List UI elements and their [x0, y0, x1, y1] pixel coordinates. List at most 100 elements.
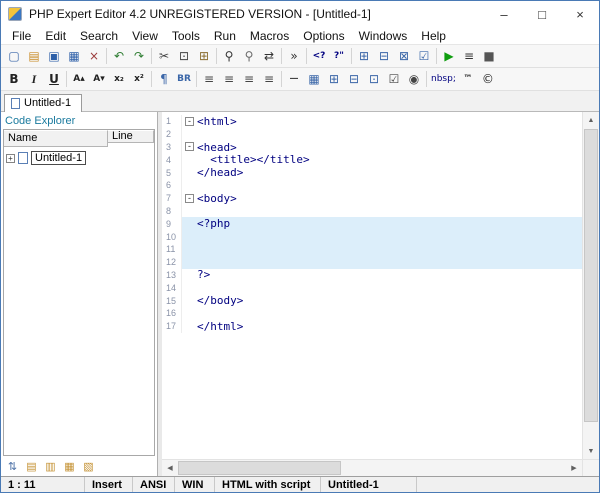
menu-item-tools[interactable]: Tools: [165, 28, 207, 44]
superscript-button[interactable]: x²: [129, 69, 149, 89]
scroll-right-button[interactable]: ▶: [566, 460, 582, 476]
run-script-button[interactable]: ▶: [439, 46, 459, 66]
new-file-button[interactable]: ▢: [4, 46, 24, 66]
horizontal-scroll-thumb[interactable]: [178, 461, 341, 475]
font-increase-button[interactable]: A▴: [69, 69, 89, 89]
form-checkbox-button[interactable]: ☑: [384, 69, 404, 89]
line-content[interactable]: - <html>: [182, 115, 582, 128]
menu-item-search[interactable]: Search: [73, 28, 125, 44]
explorer-lock-button[interactable]: ▦: [61, 458, 78, 474]
fold-toggle-icon[interactable]: -: [185, 116, 194, 126]
script-output-button[interactable]: ≡: [459, 46, 479, 66]
menu-item-edit[interactable]: Edit: [38, 28, 73, 44]
line-break-tag-button[interactable]: BR: [174, 69, 194, 89]
menu-item-macros[interactable]: Macros: [243, 28, 296, 44]
tree-item-untitled-1[interactable]: + Untitled-1: [6, 150, 152, 166]
explorer-properties-button[interactable]: ▧: [80, 458, 97, 474]
menu-item-options[interactable]: Options: [296, 28, 351, 44]
insert-hr-button[interactable]: —: [284, 69, 304, 89]
italic-button[interactable]: I: [24, 69, 44, 89]
tree-item-label[interactable]: Untitled-1: [31, 151, 87, 165]
line-content[interactable]: - <body>: [182, 192, 582, 205]
explorer-open-folder-button[interactable]: ▥: [42, 458, 59, 474]
scroll-left-button[interactable]: ◀: [162, 460, 178, 476]
menu-item-windows[interactable]: Windows: [352, 28, 415, 44]
line-content[interactable]: </html>: [182, 320, 582, 333]
line-content[interactable]: [182, 281, 582, 294]
expand-icon[interactable]: +: [6, 153, 15, 163]
menu-item-file[interactable]: File: [5, 28, 38, 44]
vertical-scroll-thumb[interactable]: [584, 129, 598, 422]
menu-item-view[interactable]: View: [125, 28, 165, 44]
tab-untitled-1[interactable]: Untitled-1: [4, 94, 83, 112]
copy-button[interactable]: ⊡: [174, 46, 194, 66]
line-content[interactable]: [182, 128, 582, 141]
close-file-button[interactable]: ×: [84, 46, 104, 66]
menu-item-help[interactable]: Help: [414, 28, 453, 44]
line-content[interactable]: <?php: [182, 217, 582, 230]
close-button[interactable]: ×: [561, 1, 599, 27]
column-header-name[interactable]: Name: [4, 130, 108, 147]
editor-lines[interactable]: 1- <html> 2 3- <head> 4 <title></title> 5 </hea…: [162, 112, 582, 459]
edit-table-button[interactable]: ⊟: [374, 46, 394, 66]
form-radio-button[interactable]: ◉: [404, 69, 424, 89]
font-decrease-button[interactable]: A▾: [89, 69, 109, 89]
line-content[interactable]: [182, 255, 582, 269]
line-content[interactable]: <title></title>: [182, 153, 582, 166]
vertical-scrollbar[interactable]: ▲ ▼: [582, 112, 599, 459]
column-header-line[interactable]: Line: [108, 130, 154, 143]
cut-button[interactable]: ✂: [154, 46, 174, 66]
paste-button[interactable]: ⊞: [194, 46, 214, 66]
line-content[interactable]: [182, 307, 582, 320]
save-all-button[interactable]: ▦: [64, 46, 84, 66]
insert-table-button[interactable]: ⊞: [354, 46, 374, 66]
fold-toggle-icon[interactable]: -: [185, 142, 194, 152]
table-row-button[interactable]: ⊟: [344, 69, 364, 89]
scroll-up-button[interactable]: ▲: [583, 112, 599, 128]
replace-button[interactable]: ⇄: [259, 46, 279, 66]
line-content[interactable]: [182, 242, 582, 256]
line-content[interactable]: [182, 179, 582, 192]
line-content[interactable]: - <head>: [182, 141, 582, 154]
undo-button[interactable]: ↶: [109, 46, 129, 66]
redo-button[interactable]: ↷: [129, 46, 149, 66]
align-left-button[interactable]: ≡: [199, 69, 219, 89]
minimize-button[interactable]: –: [485, 1, 523, 27]
trademark-entity-button[interactable]: ™: [458, 69, 478, 89]
underline-button[interactable]: U: [44, 69, 64, 89]
find-button[interactable]: ⚲: [219, 46, 239, 66]
scroll-down-button[interactable]: ▼: [583, 443, 599, 459]
align-justify-button[interactable]: ≡: [259, 69, 279, 89]
php-tags-button[interactable]: <?: [309, 46, 329, 66]
nbsp-entity-button[interactable]: nbsp;: [429, 69, 458, 89]
line-content[interactable]: [182, 230, 582, 243]
table-wizard-button[interactable]: ⊞: [324, 69, 344, 89]
align-right-button[interactable]: ≡: [239, 69, 259, 89]
stop-script-button[interactable]: ■: [479, 46, 499, 66]
align-center-button[interactable]: ≡: [219, 69, 239, 89]
subscript-button[interactable]: x₂: [109, 69, 129, 89]
insert-image-button[interactable]: ▦: [304, 69, 324, 89]
insert-checkbox-button[interactable]: ☑: [414, 46, 434, 66]
maximize-button[interactable]: □: [523, 1, 561, 27]
save-file-button[interactable]: ▣: [44, 46, 64, 66]
horizontal-scrollbar[interactable]: ◀ ▶: [162, 459, 599, 476]
table-cell-button[interactable]: ⊡: [364, 69, 384, 89]
line-content[interactable]: </head>: [182, 166, 582, 179]
more-tools-button[interactable]: »: [284, 46, 304, 66]
line-content[interactable]: ?>: [182, 268, 582, 281]
paragraph-tag-button[interactable]: ¶: [154, 69, 174, 89]
copyright-entity-button[interactable]: ©: [478, 69, 498, 89]
line-content[interactable]: </body>: [182, 294, 582, 307]
line-content[interactable]: [182, 205, 582, 218]
code-text: </head>: [197, 166, 244, 180]
open-file-button[interactable]: ▤: [24, 46, 44, 66]
find-next-button[interactable]: ⚲: [239, 46, 259, 66]
fold-toggle-icon[interactable]: -: [185, 193, 194, 203]
explorer-sort-button[interactable]: ⇅: [4, 458, 21, 474]
menu-item-run[interactable]: Run: [207, 28, 243, 44]
bold-button[interactable]: B: [4, 69, 24, 89]
php-quote-button[interactable]: ?": [329, 46, 349, 66]
explorer-new-folder-button[interactable]: ▤: [23, 458, 40, 474]
insert-form-button[interactable]: ⊠: [394, 46, 414, 66]
